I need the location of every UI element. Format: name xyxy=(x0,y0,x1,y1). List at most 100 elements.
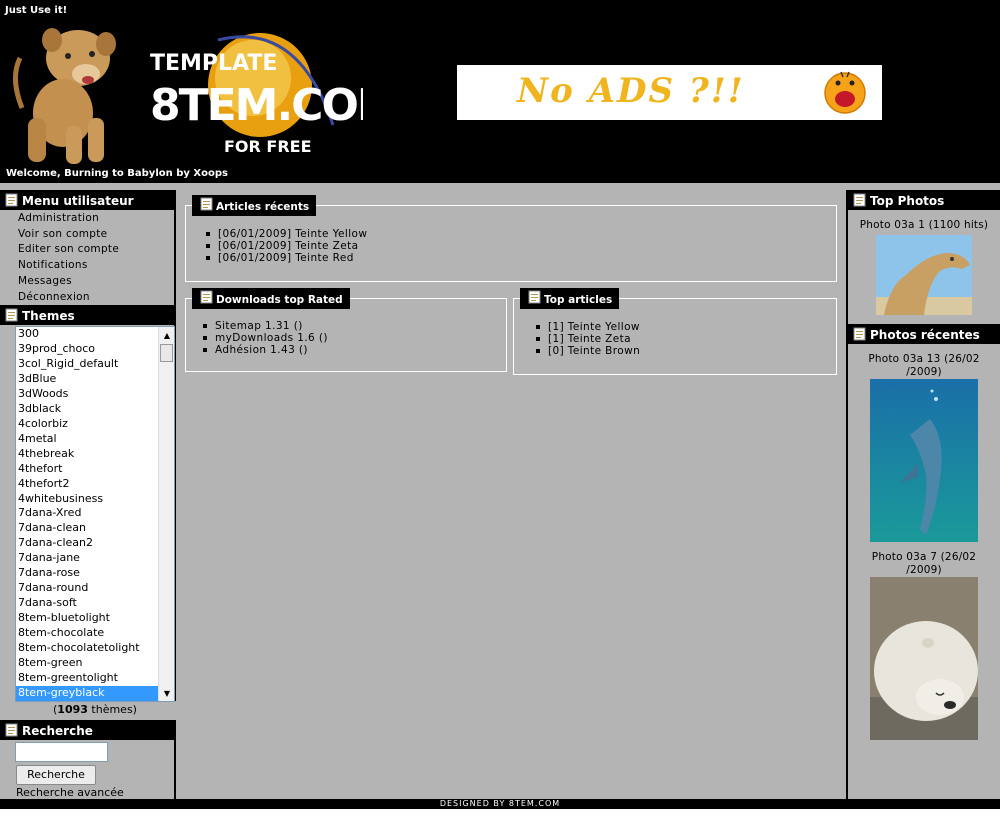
list-item[interactable]: [1] Teinte Yellow xyxy=(534,321,640,333)
document-icon xyxy=(5,723,18,737)
caption-line: /2009) xyxy=(906,564,942,576)
user-menu-title-text: Menu utilisateur xyxy=(22,194,134,208)
top-articles-list: [1] Teinte Yellow [1] Teinte Zeta [0] Te… xyxy=(534,321,640,357)
list-item[interactable]: myDownloads 1.6 () xyxy=(201,332,328,344)
lion-cub-image xyxy=(13,28,116,164)
document-icon xyxy=(528,290,541,304)
site-tagline: Just Use it! xyxy=(5,5,68,16)
recent-photo-caption[interactable]: Photo 03a 7 (26/02 /2009) xyxy=(848,551,1000,577)
theme-option[interactable]: 7dana-round xyxy=(16,581,174,596)
theme-option[interactable]: 4thefort xyxy=(16,462,174,477)
recent-articles-title-text: Articles récents xyxy=(216,201,310,213)
themes-block: 300 39prod_choco 3col_Rigid_default 3dBl… xyxy=(0,325,176,716)
recent-articles-block: Articles récents [06/01/2009] Teinte Yel… xyxy=(185,195,837,282)
theme-count-label: thèmes) xyxy=(87,703,137,717)
dolphin-photo[interactable] xyxy=(870,379,978,542)
theme-option[interactable]: 8tem-bluetolight xyxy=(16,611,174,626)
welcome-message: Welcome, Burning to Babylon by Xoops xyxy=(6,168,228,179)
search-block: Recherche Recherche avancée xyxy=(0,740,176,800)
search-title: Recherche xyxy=(0,720,176,740)
recent-articles-list: [06/01/2009] Teinte Yellow [06/01/2009] … xyxy=(204,228,367,264)
theme-option[interactable]: 4whitebusiness xyxy=(16,492,174,507)
caption-line: Photo 03a 7 (26/02 xyxy=(871,551,977,563)
screaming-smiley-icon xyxy=(824,71,866,114)
downloads-top-rated-block: Downloads top Rated Sitemap 1.31 () myDo… xyxy=(185,288,507,372)
list-item[interactable]: Adhésion 1.43 () xyxy=(201,344,328,356)
downloads-top-rated-title: Downloads top Rated xyxy=(192,288,350,309)
top-articles-block: Top articles [1] Teinte Yellow [1] Teint… xyxy=(513,288,837,375)
theme-option[interactable]: 3dWoods xyxy=(16,387,174,402)
document-icon xyxy=(200,290,213,304)
recent-photo-caption[interactable]: Photo 03a 13 (26/02 /2009) xyxy=(848,353,1000,379)
theme-option[interactable]: 7dana-clean xyxy=(16,521,174,536)
document-icon xyxy=(200,197,213,211)
theme-option[interactable]: 4metal xyxy=(16,432,174,447)
recent-photos-title: Photos récentes xyxy=(848,324,1000,344)
theme-option[interactable]: 8tem-green xyxy=(16,656,174,671)
document-icon xyxy=(5,193,18,207)
list-item[interactable]: [06/01/2009] Teinte Yellow xyxy=(204,228,367,240)
site-footer: DESIGNED BY 8TEM.COM xyxy=(0,799,1000,809)
template-8tem-logo: TEMPLATE 8TEM.COM FOR FREE xyxy=(150,33,363,156)
search-button[interactable]: Recherche xyxy=(16,765,96,785)
theme-option[interactable]: 39prod_choco xyxy=(16,342,174,357)
theme-option[interactable]: 3dblack xyxy=(16,402,174,417)
recent-photos-title-text: Photos récentes xyxy=(870,328,980,342)
right-column: Top Photos Photo 03a 1 (1100 hits) Photo… xyxy=(846,190,1000,799)
theme-option[interactable]: 7dana-jane xyxy=(16,551,174,566)
advanced-search-link[interactable]: Recherche avancée xyxy=(16,786,124,799)
list-item[interactable]: [06/01/2009] Teinte Zeta xyxy=(204,240,367,252)
ad-text: No ADS ?!! xyxy=(517,71,745,111)
list-item[interactable]: [06/01/2009] Teinte Red xyxy=(204,252,367,264)
site-header: Just Use it! TEMPLATE 8TEM.COM FOR FREE … xyxy=(0,0,1000,183)
theme-option[interactable]: 7dana-soft xyxy=(16,596,174,611)
menu-link-logout[interactable]: Déconnexion xyxy=(0,290,174,306)
list-item[interactable]: Sitemap 1.31 () xyxy=(201,320,328,332)
caption-line: Photo 03a 13 (26/02 xyxy=(868,353,980,365)
menu-link-notifications[interactable]: Notifications xyxy=(0,258,174,274)
document-icon xyxy=(5,308,18,322)
no-ads-banner[interactable]: No ADS ?!! xyxy=(457,65,882,120)
theme-option[interactable]: 3dBlue xyxy=(16,372,174,387)
menu-link-messages[interactable]: Messages xyxy=(0,274,174,290)
theme-list-scrollbar[interactable]: ▲ ▼ xyxy=(158,327,174,702)
theme-option[interactable]: 7dana-Xred xyxy=(16,506,174,521)
scroll-down-arrow-icon[interactable]: ▼ xyxy=(164,689,170,698)
themes-title-text: Themes xyxy=(22,309,75,324)
list-item[interactable]: [0] Teinte Brown xyxy=(534,345,640,357)
downloads-top-rated-title-text: Downloads top Rated xyxy=(216,294,343,306)
theme-option[interactable]: 4thefort2 xyxy=(16,477,174,492)
left-column: Menu utilisateur Administration Voir son… xyxy=(0,190,176,800)
search-input[interactable] xyxy=(15,742,108,762)
recent-articles-title: Articles récents xyxy=(192,195,317,216)
menu-link-view-account[interactable]: Voir son compte xyxy=(0,227,174,243)
top-photo-caption[interactable]: Photo 03a 1 (1100 hits) xyxy=(848,219,1000,232)
theme-option-selected[interactable]: 8tem-greyblack xyxy=(16,685,174,701)
scroll-up-arrow-icon[interactable]: ▲ xyxy=(164,331,170,340)
theme-option[interactable]: 7dana-rose xyxy=(16,566,174,581)
theme-option[interactable]: 7dana-clean2 xyxy=(16,536,174,551)
top-photos-title: Top Photos xyxy=(848,190,1000,210)
theme-option[interactable]: 4colorbiz xyxy=(16,417,174,432)
theme-option[interactable]: 8tem-chocolate xyxy=(16,626,174,641)
camel-photo[interactable] xyxy=(876,235,972,315)
top-photos-title-text: Top Photos xyxy=(870,194,945,208)
document-icon xyxy=(853,327,866,341)
theme-option[interactable]: 3col_Rigid_default xyxy=(16,357,174,372)
theme-option[interactable]: 8tem-chocolatetolight xyxy=(16,641,174,656)
themes-title: Themes xyxy=(0,305,176,326)
svg-text:8TEM.COM: 8TEM.COM xyxy=(150,80,363,131)
menu-link-administration[interactable]: Administration xyxy=(0,211,174,227)
top-articles-title: Top articles xyxy=(520,288,620,309)
theme-option[interactable]: 8tem-greentolight xyxy=(16,671,174,686)
scroll-thumb[interactable] xyxy=(160,344,173,363)
menu-link-edit-account[interactable]: Editer son compte xyxy=(0,242,174,258)
theme-option[interactable]: 4thebreak xyxy=(16,447,174,462)
list-item[interactable]: [1] Teinte Zeta xyxy=(534,333,640,345)
user-menu-title: Menu utilisateur xyxy=(0,190,176,210)
top-articles-title-text: Top articles xyxy=(544,294,613,306)
theme-select-list[interactable]: 300 39prod_choco 3col_Rigid_default 3dBl… xyxy=(15,326,175,703)
document-icon xyxy=(853,193,866,207)
polar-bear-photo[interactable] xyxy=(870,577,978,740)
theme-option[interactable]: 300 xyxy=(16,327,174,342)
